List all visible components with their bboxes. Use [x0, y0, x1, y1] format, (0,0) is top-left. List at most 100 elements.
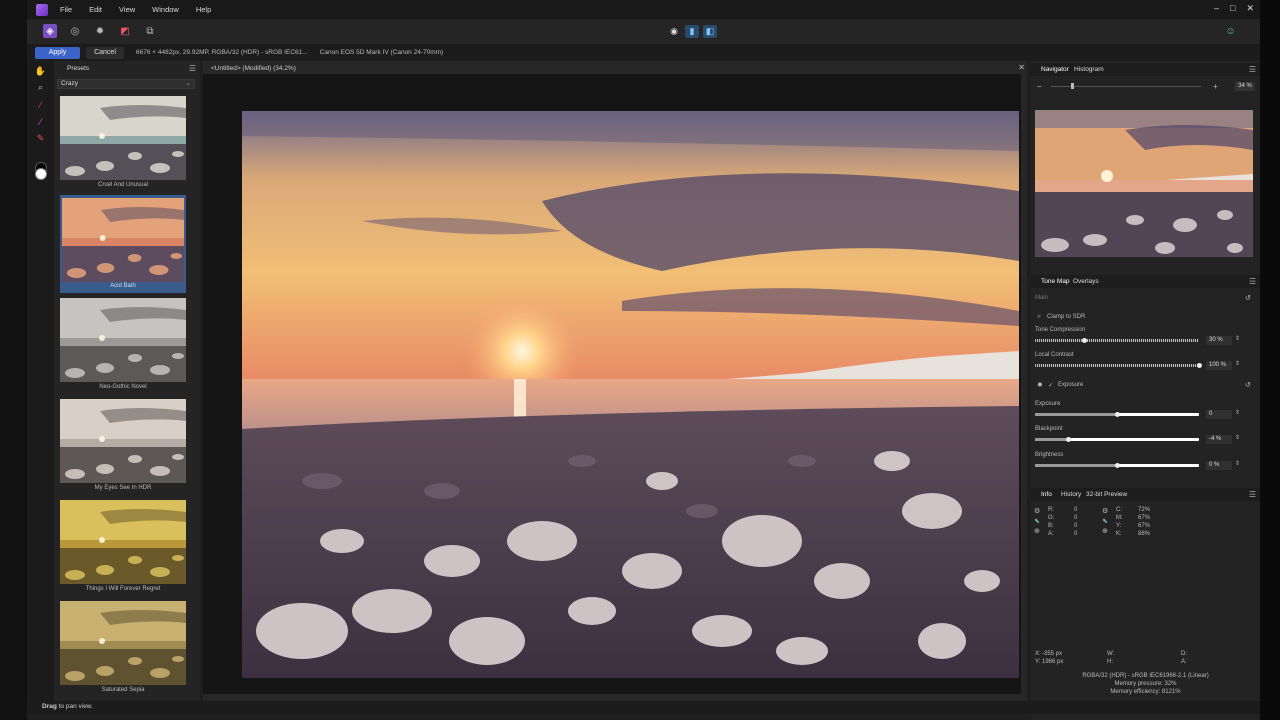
- tab-navigator[interactable]: Navigator: [1041, 66, 1069, 73]
- photo-canvas[interactable]: [242, 111, 1019, 678]
- preset-item[interactable]: Acid Bath: [60, 195, 186, 293]
- navigator-preview[interactable]: [1035, 110, 1253, 257]
- tab-history[interactable]: History: [1061, 491, 1081, 498]
- preset-thumbnail: [60, 601, 186, 685]
- document-close-icon[interactable]: ✕: [1018, 63, 1025, 72]
- preset-item[interactable]: Cruel And Unusual: [60, 94, 186, 192]
- tab-overlays[interactable]: Overlays: [1073, 278, 1099, 285]
- zoom-value[interactable]: 34 %: [1235, 82, 1255, 91]
- status-bar: Drag to pan view.: [27, 701, 1260, 714]
- slider-value-field[interactable]: 0 %: [1206, 461, 1232, 470]
- tab-info[interactable]: Info: [1041, 491, 1052, 498]
- develop-persona-icon[interactable]: ✹: [93, 24, 107, 38]
- slider-fill: [1035, 464, 1117, 467]
- chevron-down-icon: ⌄: [185, 80, 191, 87]
- preset-thumbnail: [60, 96, 186, 180]
- canvas[interactable]: [203, 74, 1021, 707]
- info-pos-value: -355 px: [1042, 651, 1063, 657]
- spinner-icon[interactable]: ⇕: [1235, 335, 1240, 342]
- exposure-check-icon[interactable]: ✓: [1048, 382, 1053, 389]
- info-size-label: H:: [1107, 659, 1113, 665]
- hand-tool-icon[interactable]: ✋: [35, 66, 46, 77]
- sampler-icon[interactable]: ⚙: [1034, 507, 1040, 515]
- menu-file[interactable]: File: [60, 5, 72, 14]
- panel-menu-icon[interactable]: ☰: [189, 64, 196, 73]
- spinner-icon[interactable]: ⇕: [1235, 434, 1240, 441]
- paint-brush-tool-icon[interactable]: ⁄: [35, 99, 46, 110]
- preset-item[interactable]: Things I Will Forever Regret: [60, 498, 186, 596]
- info-rgba-value: 0: [1074, 515, 1078, 521]
- main-reset-icon[interactable]: ↺: [1245, 294, 1251, 302]
- maximize-icon[interactable]: □: [1230, 3, 1235, 14]
- user-account-icon[interactable]: ☺: [1223, 24, 1238, 39]
- slider-knob[interactable]: [1115, 463, 1120, 468]
- spinner-icon[interactable]: ⇕: [1235, 460, 1240, 467]
- sampler2-icon[interactable]: ⚙: [1102, 507, 1108, 515]
- photo-persona-icon[interactable]: ◈: [43, 24, 57, 38]
- preset-label: Neo-Gothic Novel: [99, 384, 147, 390]
- tone-mapping-persona-icon[interactable]: ◩: [118, 24, 132, 38]
- tab-presets[interactable]: Presets: [67, 65, 89, 72]
- menu-help[interactable]: Help: [196, 5, 211, 14]
- pointer-icon[interactable]: ⬉: [1034, 517, 1040, 525]
- main-section-label[interactable]: Main: [1035, 295, 1048, 301]
- slider-value-field[interactable]: 0: [1206, 410, 1232, 419]
- zoom-tool-icon[interactable]: ⌕: [35, 82, 46, 93]
- menu-edit[interactable]: Edit: [89, 5, 102, 14]
- view-single-icon[interactable]: ▮: [685, 25, 699, 38]
- tab-histogram[interactable]: Histogram: [1074, 66, 1104, 73]
- slider-fill: [1035, 413, 1117, 416]
- minimize-icon[interactable]: –: [1214, 3, 1219, 14]
- tab-32bit-preview[interactable]: 32-bit Preview: [1086, 491, 1127, 498]
- zoom-slider-knob[interactable]: [1071, 83, 1074, 89]
- slider-knob[interactable]: [1065, 437, 1071, 442]
- erase-brush-tool-icon[interactable]: ⁄: [35, 116, 46, 127]
- zoom-in-icon[interactable]: +: [1213, 82, 1218, 91]
- tab-tone-map[interactable]: Tone Map: [1041, 278, 1070, 285]
- navigator-menu-icon[interactable]: ☰: [1249, 65, 1256, 74]
- view-split-icon[interactable]: ◧: [703, 25, 717, 38]
- info-rgba-value: 0: [1074, 507, 1078, 513]
- spinner-icon[interactable]: ⇕: [1235, 409, 1240, 416]
- presets-panel: Presets ☰ Crazy ⌄ Cruel And Unusual Acid …: [54, 61, 223, 701]
- preset-item[interactable]: Neo-Gothic Novel: [60, 296, 186, 394]
- info-menu-icon[interactable]: ☰: [1249, 490, 1256, 499]
- slider-label: Brightness: [1035, 452, 1064, 458]
- apply-button[interactable]: Apply: [35, 46, 80, 59]
- exposure-settings-icon[interactable]: ✹: [1037, 381, 1043, 389]
- slider-knob[interactable]: [1197, 363, 1202, 368]
- info-d-label: D:: [1181, 651, 1187, 657]
- clamp-checkbox[interactable]: ■: [1037, 314, 1041, 320]
- zoom-out-icon[interactable]: −: [1037, 82, 1042, 91]
- slider-knob[interactable]: [1115, 412, 1120, 417]
- slider-value-field[interactable]: 100 %: [1206, 361, 1232, 370]
- preset-item[interactable]: My Eyes See In HDR: [60, 397, 186, 495]
- cancel-button[interactable]: Cancel: [86, 46, 124, 59]
- liquify-persona-icon[interactable]: ◎: [68, 24, 82, 38]
- preset-category-select[interactable]: Crazy ⌄: [57, 79, 195, 89]
- spinner-icon[interactable]: ⇕: [1235, 360, 1240, 367]
- slider-value-field[interactable]: -4 %: [1206, 435, 1232, 444]
- crosshair-icon[interactable]: ⊕: [1034, 527, 1040, 535]
- slider-label: Blackpoint: [1035, 426, 1063, 432]
- color-picker-tool-icon[interactable]: ✎: [35, 133, 46, 144]
- exposure-reset-icon[interactable]: ↺: [1245, 381, 1251, 389]
- menu-window[interactable]: Window: [152, 5, 179, 14]
- pointer2-icon[interactable]: ⬉: [1102, 517, 1108, 525]
- info-cmyk-value: 67%: [1138, 523, 1151, 529]
- preset-item[interactable]: Saturated Sepia: [60, 599, 186, 697]
- slider-knob[interactable]: [1082, 338, 1088, 343]
- close-icon[interactable]: ✕: [1246, 3, 1254, 14]
- eye-icon[interactable]: ◉: [667, 25, 681, 38]
- camera-info: Canon EOS 5D Mark IV (Canon 24-70mm): [319, 49, 444, 56]
- slider-value-field[interactable]: 30 %: [1206, 336, 1232, 345]
- crosshair2-icon[interactable]: ⊕: [1102, 527, 1108, 535]
- tonemap-menu-icon[interactable]: ☰: [1249, 277, 1256, 286]
- document-tab[interactable]: <Untitled> (Modified) (34.2%): [211, 65, 296, 72]
- preset-category-value: Crazy: [61, 80, 78, 87]
- slider-track[interactable]: [1035, 339, 1199, 342]
- primary-color-swatch[interactable]: [35, 168, 47, 180]
- menu-view[interactable]: View: [119, 5, 135, 14]
- export-persona-icon[interactable]: ⧉: [143, 24, 157, 38]
- slider-track[interactable]: [1035, 364, 1199, 367]
